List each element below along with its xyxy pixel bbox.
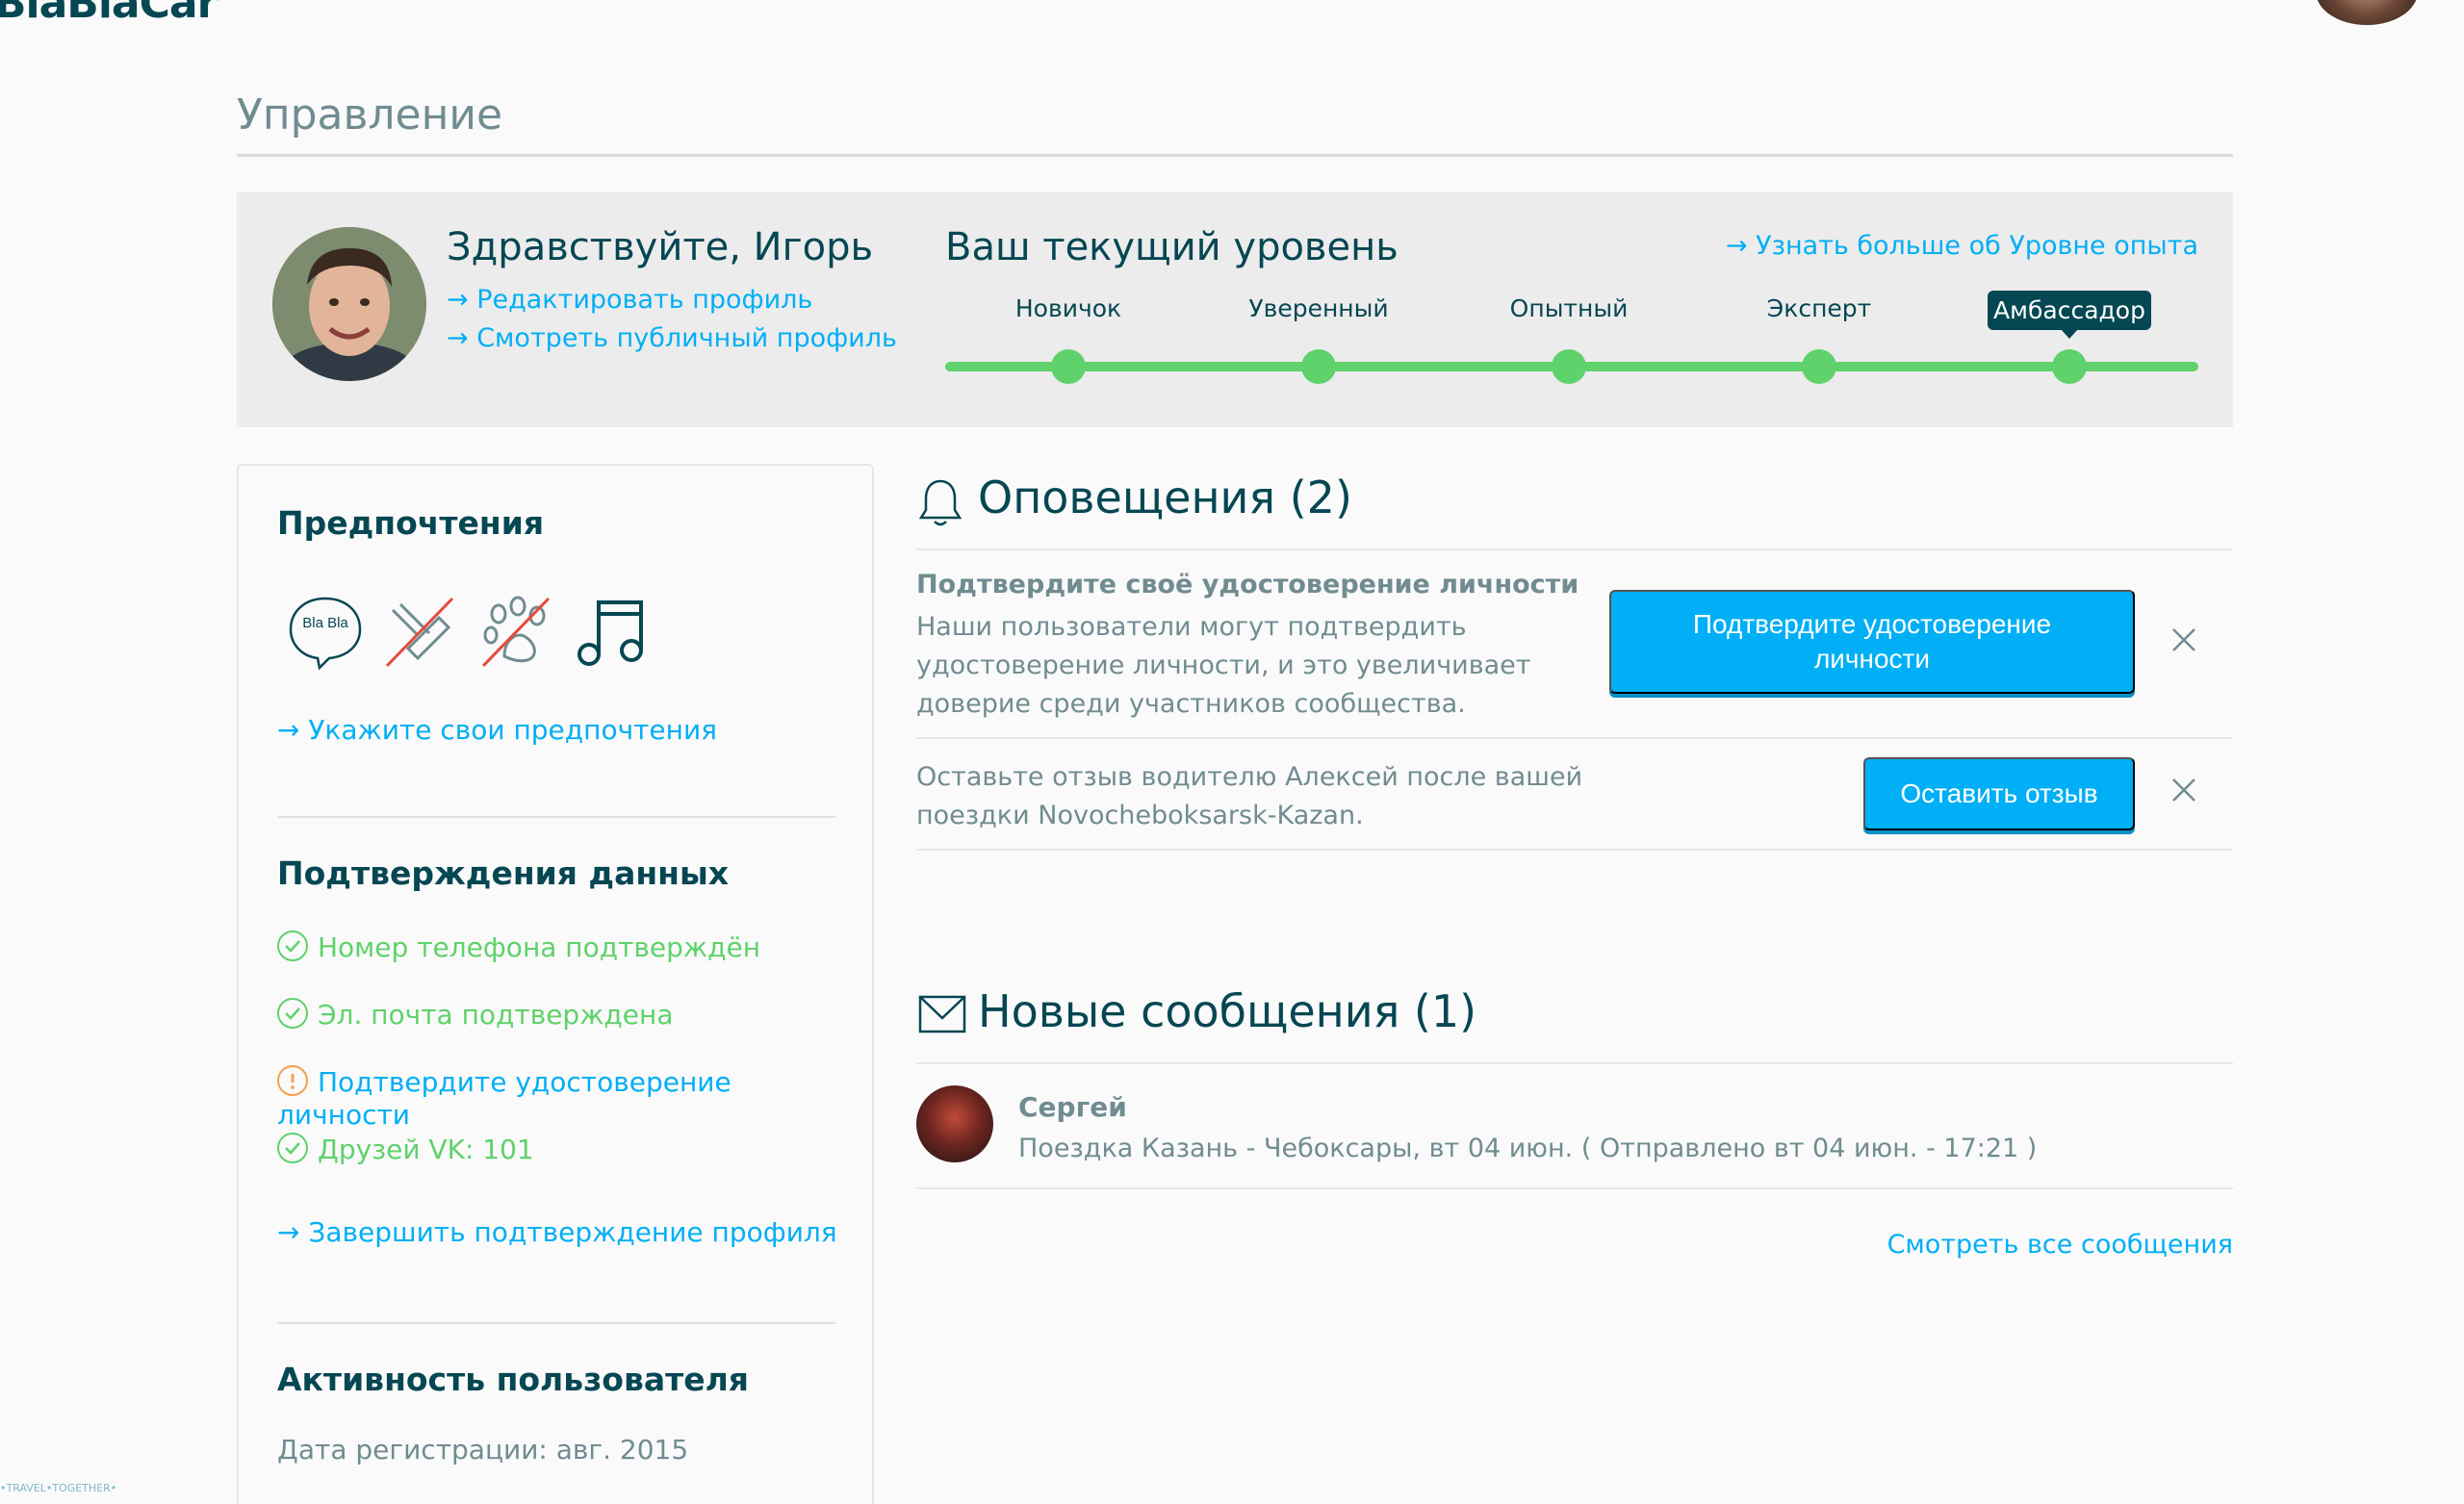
profile-photo[interactable] (272, 227, 426, 381)
notification-divider (916, 737, 2233, 739)
message-preview[interactable]: Поездка Казань - Чебоксары, вт 04 июн. (… (1018, 1134, 2037, 1163)
verification-label: Подтвердите удостоверение личности (277, 1066, 732, 1131)
level-step-label: Эксперт (1766, 294, 1872, 322)
verification-item: Эл. почта подтверждена (277, 998, 674, 1032)
avatar[interactable] (916, 1085, 993, 1162)
envelope-icon (918, 995, 966, 1033)
greeting: Здравствуйте, Игорь (447, 225, 874, 269)
chat-icon-text: Bla Bla (302, 615, 348, 631)
level-step-label: Амбассадор (1988, 291, 2151, 339)
sidebar-divider (277, 816, 835, 818)
level-title: Ваш текущий уровень (945, 225, 1399, 269)
level-step-label: Уверенный (1248, 294, 1389, 322)
verification-label: Эл. почта подтверждена (318, 999, 674, 1031)
messages-divider (916, 1062, 2233, 1064)
verification-item[interactable]: Подтвердите удостоверение личности (277, 1065, 872, 1131)
notification-title: Подтвердите своё удостоверение личности (916, 570, 1579, 599)
view-all-messages-link[interactable]: Смотреть все сообщения (1887, 1230, 2233, 1260)
sidebar-divider (277, 1322, 835, 1324)
no-smoking-icon (385, 597, 454, 668)
leave-review-button[interactable]: Оставить отзыв (1863, 757, 2135, 830)
level-step-dot (1301, 349, 1336, 384)
watermark: •TRAVEL•TOGETHER• (0, 1482, 117, 1494)
verification-label: Номер телефона подтверждён (318, 931, 761, 963)
no-pets-icon (481, 596, 551, 668)
level-step-label: Новичок (1014, 294, 1122, 322)
edit-profile-link[interactable]: → Редактировать профиль (447, 285, 812, 315)
chat-blabla-icon: Bla Bla (289, 597, 362, 671)
header-avatar[interactable] (2316, 0, 2418, 25)
notification-body: Оставьте отзыв водителю Алексей после ва… (916, 762, 1583, 830)
profile-level-panel: Здравствуйте, Игорь → Редактировать проф… (237, 192, 2233, 427)
level-step-dot (1552, 349, 1586, 384)
level-step-dot (2052, 349, 2087, 384)
music-icon (578, 600, 643, 666)
level-info-link[interactable]: → Узнать больше об Уровне опыта (1726, 231, 2198, 261)
registration-date: Дата регистрации: авг. 2015 (277, 1434, 689, 1466)
level-step-dot (1802, 349, 1836, 384)
bell-icon (918, 479, 962, 526)
profile-sidebar: Предпочтения Bla Bla → Укажите свои пред… (237, 464, 874, 1504)
messages-title: Новые сообщения (1) (978, 985, 1477, 1037)
check-circle-icon (277, 998, 308, 1029)
verification-item: Друзей VK: 101 (277, 1133, 534, 1166)
public-profile-link[interactable]: → Смотреть публичный профиль (447, 323, 897, 353)
profile-photo-image (272, 227, 426, 381)
level-step-label: Опытный (1509, 294, 1629, 322)
notification-divider (916, 849, 2233, 851)
check-circle-icon (277, 930, 308, 961)
complete-verification-link[interactable]: → Завершить подтверждение профиля (277, 1216, 837, 1248)
page-title: Управление (237, 90, 503, 140)
verification-label: Друзей VK: 101 (318, 1134, 534, 1165)
verifications-title: Подтверждения данных (277, 854, 730, 892)
close-icon[interactable] (2169, 625, 2198, 654)
messages-divider (916, 1187, 2233, 1189)
blablacar-logo[interactable]: BlaBlaCar (0, 0, 218, 28)
notifications-divider (916, 548, 2233, 550)
preferences-title: Предпочтения (277, 504, 545, 542)
activity-title: Активность пользователя (277, 1361, 749, 1398)
verification-item: Номер телефона подтверждён (277, 930, 761, 964)
verify-id-button[interactable]: Подтвердите удостоверение личности (1609, 590, 2135, 694)
level-step-dot (1051, 349, 1086, 384)
close-icon[interactable] (2169, 776, 2198, 804)
warning-circle-icon (277, 1065, 308, 1096)
check-circle-icon (277, 1133, 308, 1163)
notification-body: Наши пользователи могут подтвердить удос… (916, 612, 1531, 719)
message-sender[interactable]: Сергей (1018, 1091, 1127, 1123)
title-divider (237, 154, 2233, 157)
set-preferences-link[interactable]: → Укажите свои предпочтения (277, 714, 717, 746)
notifications-title: Оповещения (2) (978, 472, 1352, 523)
